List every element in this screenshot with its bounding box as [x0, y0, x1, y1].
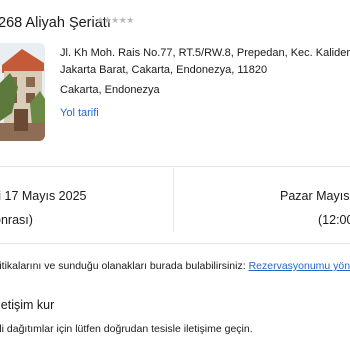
- hotel-city: Cakarta, Endonezya: [60, 84, 160, 96]
- policy-label: litikalarını ve sunduğu olanakları burad…: [0, 260, 249, 272]
- divider-top: [0, 166, 350, 167]
- checkout-time: (12:00: [318, 213, 350, 227]
- contact-section-title: letişim kur: [0, 298, 55, 312]
- address-line-2: Jakarta Barat, Cakarta, Endonezya, 11820: [60, 64, 268, 76]
- hotel-address: Jl. Kh Moh. Rais No.77, RT.5/RW.8, Prepe…: [60, 45, 350, 79]
- hotel-name: 268 Aliyah Şeriatı: [0, 15, 111, 31]
- checkin-date: si 17 Mayıs 2025: [0, 189, 87, 203]
- divider-bottom: [0, 243, 350, 244]
- address-line-1: Jl. Kh Moh. Rais No.77, RT.5/RW.8, Prepe…: [60, 47, 350, 59]
- hotel-photo[interactable]: [0, 43, 45, 141]
- directions-link[interactable]: Yol tarifi: [60, 107, 99, 119]
- manage-booking-link[interactable]: Rezervasyonumu yön: [249, 260, 350, 272]
- star-rating: ★★★★★: [96, 15, 134, 25]
- checkout-date: Pazar Mayıs: [280, 189, 350, 203]
- policy-text: litikalarını ve sunduğu olanakları burad…: [0, 260, 350, 272]
- contact-instructions: ili dağıtımlar için lütfen doğrudan tesi…: [0, 323, 253, 335]
- checkin-time: onrası): [0, 213, 33, 227]
- divider-vertical: [173, 168, 174, 232]
- hotel-photo-image: [0, 43, 45, 141]
